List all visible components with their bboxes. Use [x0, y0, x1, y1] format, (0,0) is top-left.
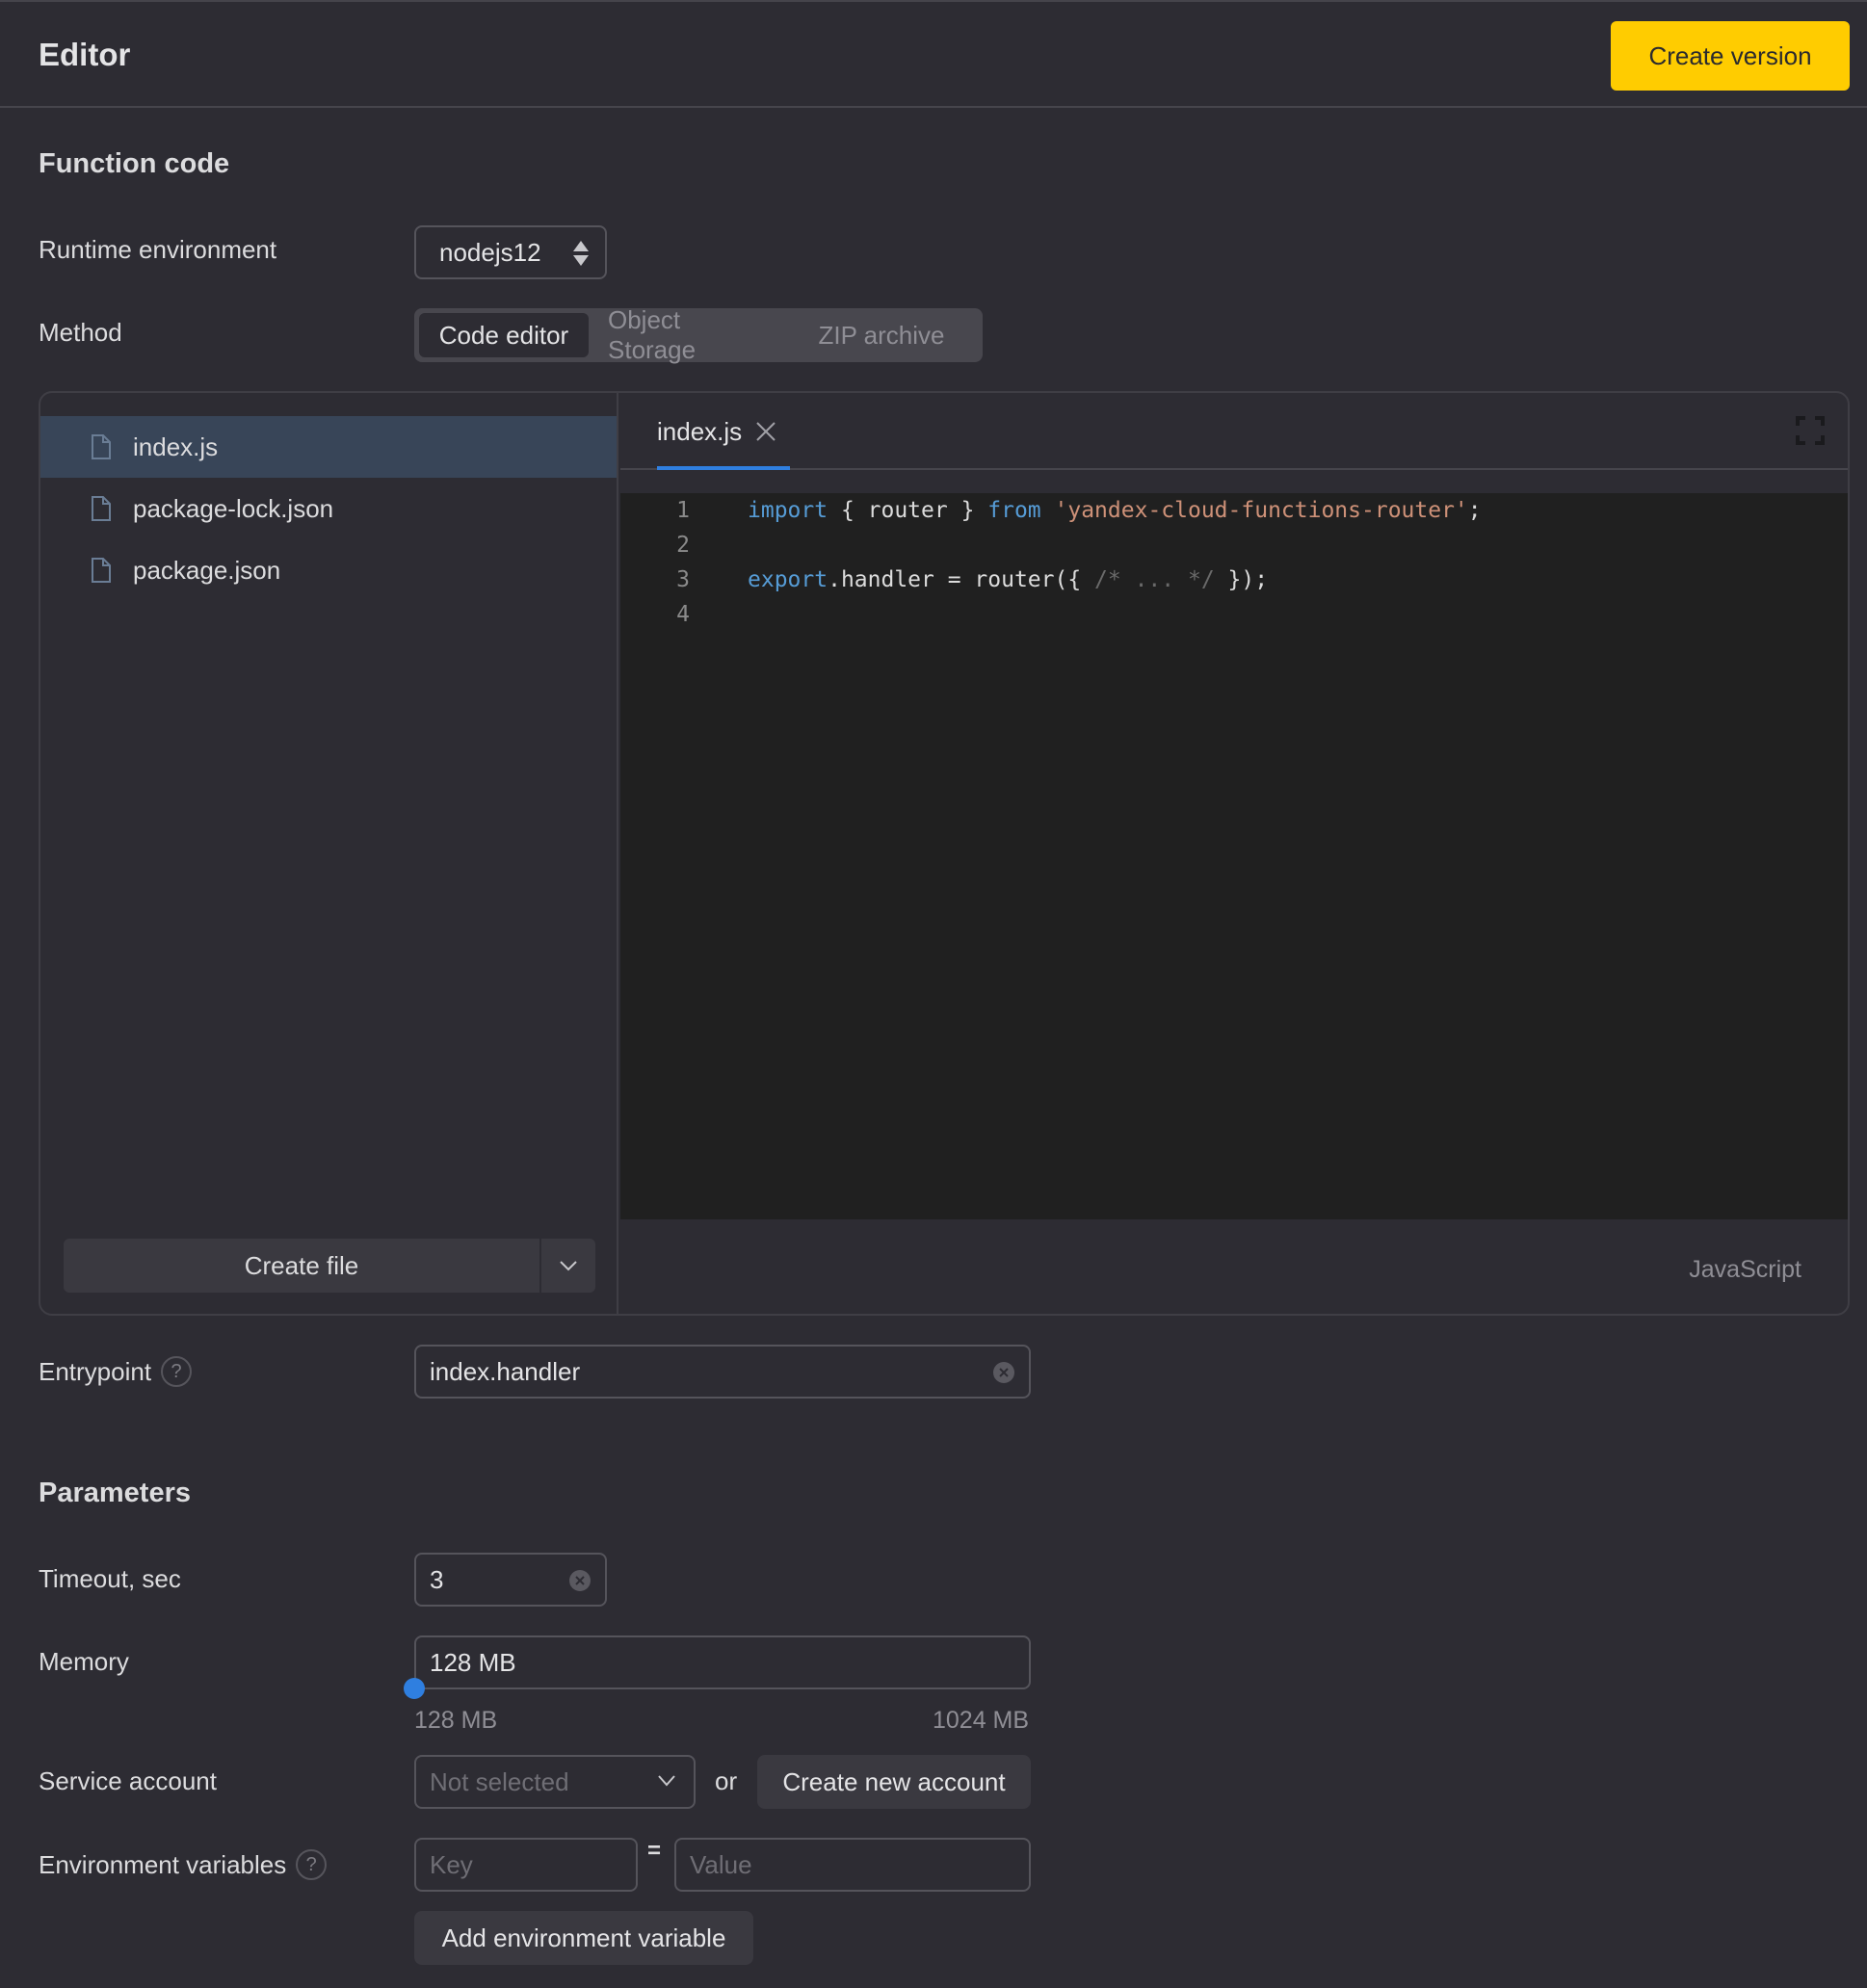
function-code-title: Function code: [39, 148, 230, 179]
memory-label-text: Memory: [39, 1647, 129, 1676]
method-option-code-editor[interactable]: Code editor: [419, 313, 589, 357]
timeout-input[interactable]: 3: [414, 1553, 607, 1607]
memory-label: Memory: [39, 1647, 129, 1677]
add-env-variable-button[interactable]: Add environment variable: [414, 1911, 753, 1965]
code-area[interactable]: 1 import { router } from 'yandex-cloud-f…: [620, 493, 1848, 1219]
env-variables-label: Environment variables ?: [39, 1849, 328, 1880]
env-value-input[interactable]: Value: [674, 1838, 1031, 1892]
page-header: Editor Create version: [0, 2, 1867, 108]
code-text: import { router } from 'yandex-cloud-fun…: [748, 498, 1482, 523]
code-panel: index.js 1 import { router } from 'yande…: [620, 393, 1848, 1314]
language-label[interactable]: JavaScript: [1689, 1256, 1801, 1284]
runtime-label: Runtime environment: [39, 235, 276, 265]
env-value-placeholder: Value: [690, 1849, 752, 1879]
chevron-down-icon: [560, 1261, 577, 1271]
line-number: 1: [676, 498, 690, 523]
timeout-label-text: Timeout, sec: [39, 1564, 181, 1593]
create-file-menu-button[interactable]: [541, 1239, 595, 1293]
memory-input[interactable]: 128 MB: [414, 1635, 1031, 1689]
code-text: export.handler = router({ /* ... */ });: [748, 567, 1269, 592]
active-tab-indicator: [657, 466, 790, 470]
service-account-select[interactable]: Not selected: [414, 1755, 696, 1809]
env-key-input[interactable]: Key: [414, 1838, 638, 1892]
timeout-value: 3: [430, 1564, 444, 1594]
file-name: package-lock.json: [133, 493, 334, 523]
help-icon[interactable]: ?: [161, 1356, 193, 1387]
file-panel: index.js package-lock.json package.json …: [40, 393, 618, 1314]
service-account-label-text: Service account: [39, 1766, 217, 1795]
fullscreen-icon[interactable]: [1796, 416, 1825, 445]
file-icon: [92, 558, 111, 583]
create-file-button[interactable]: Create file: [64, 1239, 541, 1293]
file-name: package.json: [133, 555, 281, 585]
method-option-object-storage[interactable]: Object Storage: [589, 305, 787, 364]
tab-label: index.js: [657, 416, 743, 446]
entrypoint-label-text: Entrypoint: [39, 1356, 152, 1386]
entrypoint-value: index.handler: [430, 1356, 581, 1386]
timeout-label: Timeout, sec: [39, 1564, 181, 1594]
env-key-placeholder: Key: [430, 1849, 473, 1879]
memory-slider-thumb[interactable]: [404, 1678, 425, 1699]
method-option-zip-archive[interactable]: ZIP archive: [787, 313, 976, 357]
method-label: Method: [39, 318, 122, 348]
entrypoint-input[interactable]: index.handler: [414, 1345, 1031, 1399]
line-number: 2: [676, 533, 690, 558]
runtime-select[interactable]: nodejs12: [414, 225, 607, 279]
tab-index-js[interactable]: index.js: [657, 393, 790, 470]
code-line: 2: [620, 528, 748, 562]
file-icon: [92, 496, 111, 521]
line-number: 3: [676, 567, 690, 592]
service-account-placeholder: Not selected: [430, 1766, 569, 1796]
file-item-package-json[interactable]: package.json: [40, 539, 617, 601]
page-title: Editor: [39, 37, 131, 72]
close-icon[interactable]: [755, 421, 776, 442]
file-item-package-lock-json[interactable]: package-lock.json: [40, 478, 617, 539]
file-icon: [92, 434, 111, 459]
memory-value: 128 MB: [430, 1647, 516, 1677]
editor-tab-bar: index.js: [620, 393, 1848, 470]
memory-min-label: 128 MB: [414, 1707, 498, 1734]
create-new-account-button[interactable]: Create new account: [757, 1755, 1031, 1809]
chevron-down-icon: [658, 1775, 675, 1787]
help-icon[interactable]: ?: [296, 1849, 328, 1880]
updown-arrows-icon: [573, 241, 589, 266]
env-variables-label-text: Environment variables: [39, 1849, 287, 1879]
line-number: 4: [676, 602, 690, 627]
equals-sign: =: [647, 1838, 662, 1864]
method-segmented-control: Code editor Object Storage ZIP archive: [414, 305, 983, 364]
parameters-title: Parameters: [39, 1478, 191, 1508]
method-label-text: Method: [39, 318, 122, 347]
entrypoint-label: Entrypoint ?: [39, 1356, 193, 1387]
code-line: 4: [620, 597, 748, 632]
runtime-label-text: Runtime environment: [39, 235, 277, 264]
code-line: 1 import { router } from 'yandex-cloud-f…: [620, 493, 1482, 528]
file-name: index.js: [133, 432, 219, 461]
clear-icon[interactable]: [568, 1569, 592, 1592]
create-file-split-button: Create file: [64, 1239, 595, 1293]
file-item-index-js[interactable]: index.js: [40, 416, 617, 478]
service-account-label: Service account: [39, 1766, 217, 1796]
runtime-value: nodejs12: [439, 237, 541, 267]
code-line: 3 export.handler = router({ /* ... */ })…: [620, 562, 1268, 597]
memory-max-label: 1024 MB: [933, 1707, 1030, 1734]
code-editor-box: index.js package-lock.json package.json …: [39, 391, 1850, 1316]
or-text: or: [715, 1766, 738, 1795]
clear-icon[interactable]: [992, 1361, 1015, 1384]
create-version-button[interactable]: Create version: [1611, 21, 1850, 91]
